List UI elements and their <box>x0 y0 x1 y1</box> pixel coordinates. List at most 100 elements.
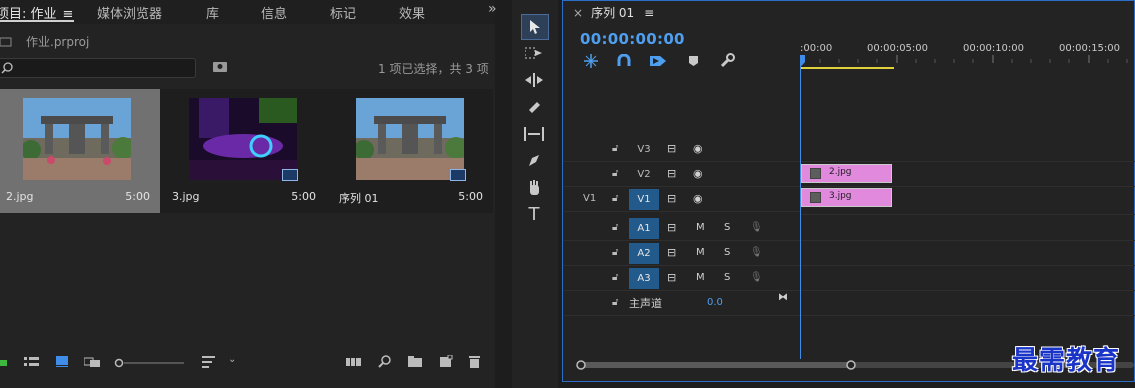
project-item-3jpg[interactable]: 3.jpg 5:00 <box>166 89 326 213</box>
search-icon <box>1 62 13 74</box>
lock-icon[interactable]: 🔓︎ <box>612 297 618 308</box>
add-marker-icon[interactable] <box>689 56 699 67</box>
tab-libraries[interactable]: 库 <box>206 3 219 22</box>
lock-icon[interactable] <box>0 355 8 367</box>
lock-icon[interactable]: 🔓︎ <box>612 272 618 283</box>
solo-button[interactable]: S <box>724 222 730 233</box>
track-name[interactable]: A1 <box>629 218 659 239</box>
sync-lock-icon[interactable]: ⊟ <box>667 142 676 155</box>
thumbnail-archway-photo <box>23 98 131 180</box>
source-patch[interactable]: V1 <box>583 193 596 204</box>
time-ruler[interactable]: :00:00 00:00:05:00 00:00:10:00 00:00:15:… <box>800 41 1135 71</box>
project-item-2jpg[interactable]: 2.jpg 5:00 <box>0 89 160 213</box>
trash-icon[interactable] <box>468 355 482 369</box>
tab-info[interactable]: 信息 <box>261 3 287 22</box>
microphone-icon[interactable]: 🎙︎ <box>750 247 763 258</box>
project-items-grid: 2.jpg 5:00 3.jpg 5:00 序列 01 5:00 <box>0 89 493 213</box>
item-name: 序列 01 <box>339 192 379 205</box>
tab-markers[interactable]: 标记 <box>330 3 356 22</box>
go-to-edit-icon[interactable]: ⧓ <box>778 292 788 303</box>
track-header-master: 🔓︎ 主声道 0.0 ⧓ <box>563 291 800 316</box>
master-label: 主声道 <box>629 297 662 310</box>
item-duration: 5:00 <box>291 190 316 203</box>
mute-button[interactable]: M <box>696 247 705 258</box>
zoom-slider[interactable] <box>114 358 186 368</box>
microphone-icon[interactable]: 🎙︎ <box>750 222 763 233</box>
master-volume[interactable]: 0.0 <box>707 297 723 308</box>
overflow-icon[interactable]: » <box>488 1 497 17</box>
ruler-label: 00:00:05:00 <box>867 43 929 54</box>
lock-icon[interactable]: 🔓︎ <box>612 143 618 154</box>
selection-info: 1 项已选择，共 3 项 <box>378 62 489 76</box>
panel-menu-icon[interactable]: ≡ <box>644 6 654 20</box>
sequence-tab[interactable]: × 序列 01 ≡ <box>573 4 654 21</box>
razor-tool[interactable] <box>521 95 547 119</box>
track-header-v3: 🔓︎ V3 ⊟ ◉ <box>563 137 800 162</box>
sync-lock-icon[interactable]: ⊟ <box>667 221 676 234</box>
pen-tool[interactable] <box>521 149 547 173</box>
track-name[interactable]: A3 <box>629 268 659 289</box>
list-view-icon[interactable] <box>24 357 40 367</box>
active-tab-indicator <box>0 20 74 22</box>
track-select-tool[interactable] <box>521 41 547 65</box>
microphone-icon[interactable]: 🎙︎ <box>750 272 763 283</box>
sort-icon[interactable] <box>202 356 216 368</box>
watermark-logo: 最需教育 <box>1012 346 1121 376</box>
icon-view-icon[interactable] <box>56 356 70 368</box>
automate-icon[interactable] <box>346 357 362 367</box>
new-search-bin-icon[interactable] <box>212 61 228 73</box>
lock-icon[interactable]: 🔓︎ <box>612 193 618 204</box>
mute-button[interactable]: M <box>696 222 705 233</box>
project-item-sequence01[interactable]: 序列 01 5:00 <box>333 89 493 213</box>
chevron-down-icon[interactable]: ⌄ <box>228 354 236 365</box>
lock-icon[interactable]: 🔓︎ <box>612 247 618 258</box>
solo-button[interactable]: S <box>724 272 730 283</box>
project-panel: 项目: 作业 ≡ 媒体浏览器 库 信息 标记 效果 » 作业.prproj 1 项… <box>0 0 497 388</box>
sync-lock-icon[interactable]: ⊟ <box>667 167 676 180</box>
find-icon[interactable] <box>378 355 392 369</box>
track-name[interactable]: V3 <box>629 139 659 160</box>
ruler-label: :00:00 <box>800 43 833 54</box>
sync-lock-icon[interactable]: ⊟ <box>667 271 676 284</box>
nest-sequence-icon[interactable] <box>584 54 598 68</box>
ruler-ticks <box>800 55 1128 69</box>
track-header-v1: V1 🔓︎ V1 ⊟ ◉ <box>563 187 800 212</box>
project-tab-bar: 项目: 作业 ≡ 媒体浏览器 库 信息 标记 效果 » <box>0 0 497 24</box>
playhead-timecode[interactable]: 00:00:00:00 <box>580 30 685 48</box>
track-name[interactable]: V2 <box>629 164 659 185</box>
image-badge-icon <box>282 169 298 181</box>
track-header-a2: 🔓︎ A2 ⊟ M S 🎙︎ <box>563 241 800 266</box>
sync-lock-icon[interactable]: ⊟ <box>667 246 676 259</box>
close-icon[interactable]: × <box>573 6 583 20</box>
solo-button[interactable]: S <box>724 247 730 258</box>
new-bin-icon[interactable] <box>408 356 424 368</box>
lock-icon[interactable]: 🔓︎ <box>612 222 618 233</box>
freeform-view-icon[interactable] <box>84 356 102 368</box>
selection-tool[interactable] <box>521 14 549 40</box>
work-area-bar <box>800 67 894 69</box>
eye-icon[interactable]: ◉ <box>693 192 703 205</box>
hand-tool[interactable] <box>521 176 547 200</box>
tab-effects[interactable]: 效果 <box>399 3 425 22</box>
eye-icon[interactable]: ◉ <box>693 167 703 180</box>
ripple-edit-tool[interactable] <box>521 68 547 92</box>
thumbnail-light-show-photo <box>189 98 297 180</box>
wrench-icon[interactable] <box>720 53 735 68</box>
sync-lock-icon[interactable]: ⊟ <box>667 192 676 205</box>
eye-icon[interactable]: ◉ <box>693 142 703 155</box>
lock-icon[interactable]: 🔓︎ <box>612 168 618 179</box>
tab-media-browser[interactable]: 媒体浏览器 <box>97 3 162 22</box>
snap-icon[interactable] <box>617 54 631 68</box>
track-name[interactable]: V1 <box>629 189 659 210</box>
playhead[interactable] <box>800 57 801 359</box>
type-tool[interactable]: T <box>521 203 547 227</box>
search-input[interactable] <box>0 58 196 78</box>
item-name: 2.jpg <box>6 190 34 203</box>
project-file-name: 作业.prproj <box>26 35 90 49</box>
slip-tool[interactable] <box>521 122 547 146</box>
track-name[interactable]: A2 <box>629 243 659 264</box>
mute-button[interactable]: M <box>696 272 705 283</box>
linked-selection-icon[interactable] <box>650 54 666 68</box>
new-item-icon[interactable] <box>440 355 454 369</box>
tools-panel: T <box>512 0 558 388</box>
